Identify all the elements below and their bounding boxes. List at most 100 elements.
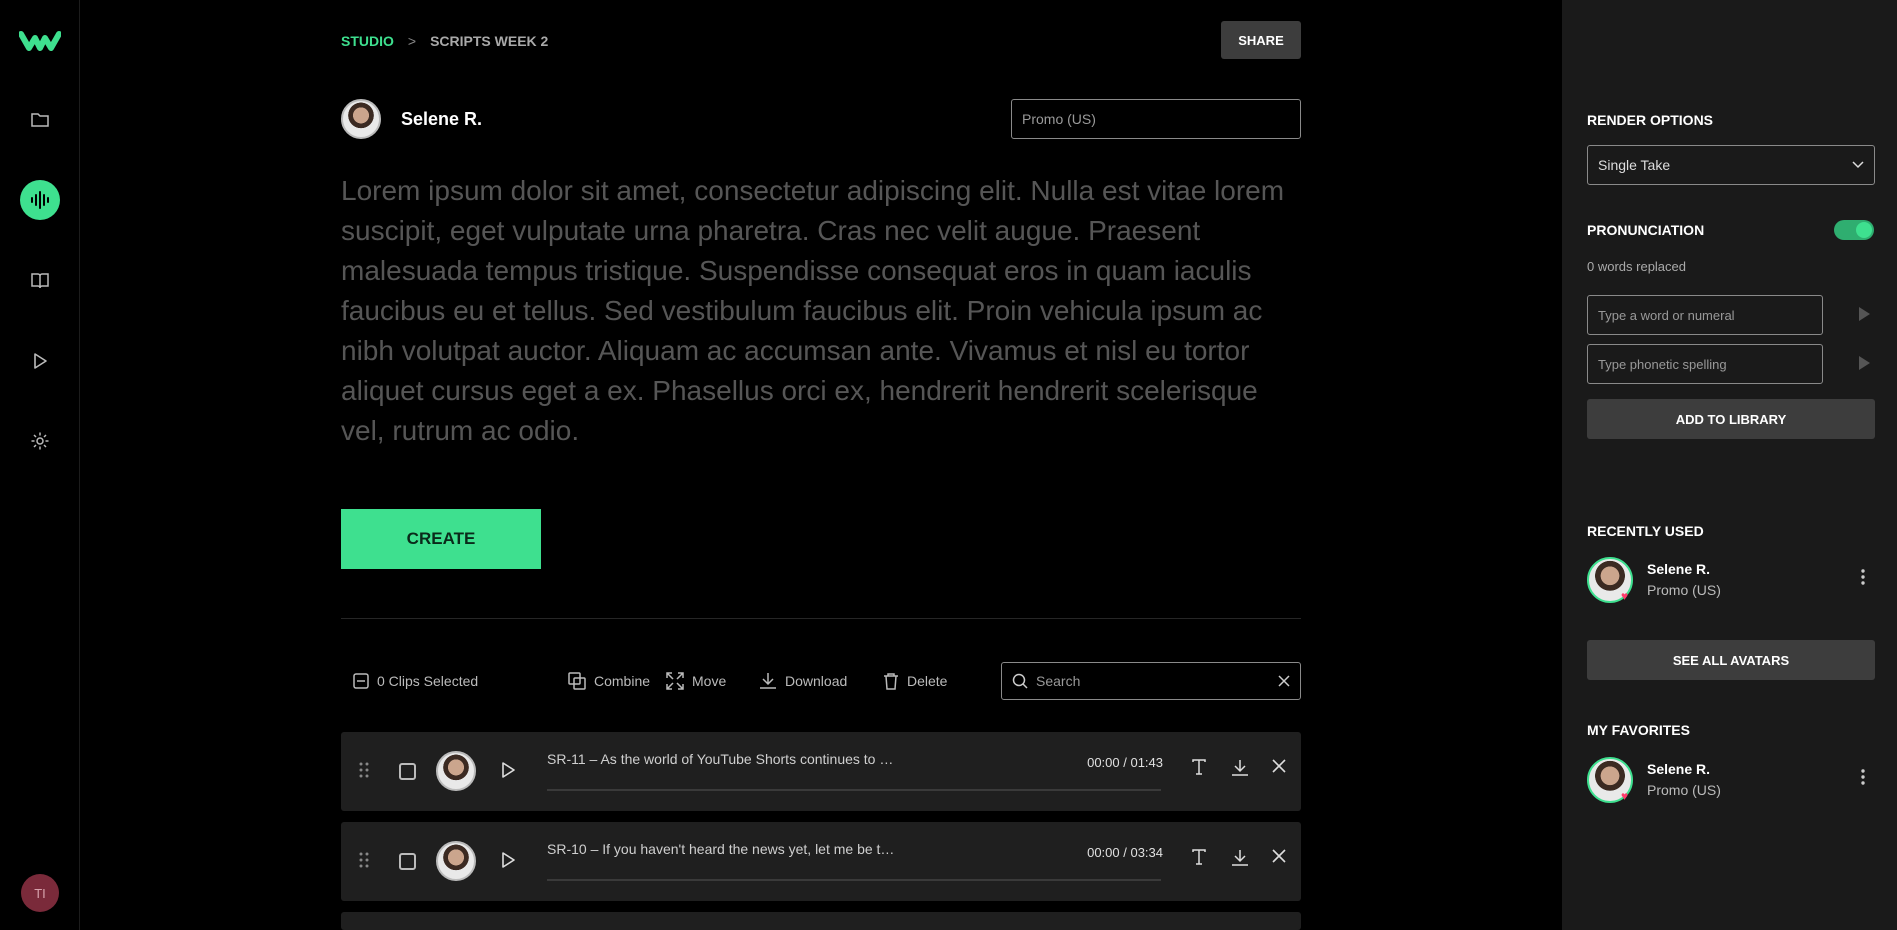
download-icon [759,672,777,690]
clip-id: SR-11 [547,751,586,767]
brand-logo-icon[interactable] [19,30,61,52]
combine-icon [568,672,586,690]
voice-selector[interactable]: Selene R. [341,99,482,139]
voice-name: Selene R. [401,109,482,130]
add-to-library-button[interactable]: ADD TO LIBRARY [1587,399,1875,439]
share-button[interactable]: SHARE [1221,21,1301,59]
gear-icon [30,431,50,451]
move-button[interactable]: Move [666,660,726,702]
more-options-icon[interactable] [1861,769,1865,785]
play-icon[interactable] [500,851,516,869]
recent-avatar-item[interactable]: ♥ Selene R. Promo (US) [1587,555,1875,605]
left-nav-rail: TI [0,0,80,930]
play-word-icon[interactable] [1857,306,1871,322]
favorite-avatar-name: Selene R. [1647,761,1710,777]
clip-id: SR-10 [547,841,587,857]
download-icon[interactable] [1231,759,1249,777]
nav-settings[interactable] [20,421,60,461]
book-icon [30,272,50,290]
checkbox-indeterminate-icon [353,673,369,689]
nav-studio[interactable] [20,180,60,220]
clear-search-icon[interactable] [1278,675,1290,687]
favorite-avatar-style: Promo (US) [1647,782,1721,798]
clip-search-box[interactable]: Search [1001,662,1301,700]
heart-icon: ♥ [1621,789,1628,803]
clip-progress-bar[interactable] [547,789,1161,791]
render-mode-value: Single Take [1598,157,1670,173]
clips-selected-count: 0 Clips Selected [377,673,478,689]
delete-button[interactable]: Delete [883,660,947,702]
chevron-down-icon [1852,161,1864,169]
user-avatar[interactable]: TI [21,874,59,912]
voice-style-field[interactable] [1011,99,1301,139]
nav-player[interactable] [20,341,60,381]
clip-time: 00:00 / 03:34 [1083,845,1163,860]
words-replaced-count: 0 words replaced [1587,259,1686,274]
pronunciation-toggle[interactable] [1834,220,1874,240]
play-icon[interactable] [500,761,516,779]
recently-used-title: RECENTLY USED [1587,523,1704,539]
clip-row[interactable]: SR-10 – If you haven't heard the news ye… [341,822,1301,901]
right-options-panel: RENDER OPTIONS Single Take PRONUNCIATION… [1562,0,1897,930]
combine-label: Combine [594,673,650,689]
breadcrumb: STUDIO > SCRIPTS WEEK 2 [341,33,548,49]
clip-avatar [436,841,476,881]
clip-row[interactable]: SR-11 – As the world of YouTube Shorts c… [341,732,1301,811]
breadcrumb-current: SCRIPTS WEEK 2 [430,33,548,49]
move-label: Move [692,673,726,689]
clip-dash: – [590,751,598,767]
clip-row[interactable] [341,912,1301,930]
heart-icon: ♥ [1621,589,1628,603]
more-options-icon[interactable] [1861,569,1865,585]
recent-avatar-style: Promo (US) [1647,582,1721,598]
phonetic-input[interactable]: Type phonetic spelling [1587,344,1823,384]
clip-title: SR-11 – As the world of YouTube Shorts c… [547,751,893,767]
clip-time: 00:00 / 01:43 [1083,755,1163,770]
section-divider [341,618,1301,619]
favorite-avatar-item[interactable]: ♥ Selene R. Promo (US) [1587,755,1875,805]
clip-title: SR-10 – If you haven't heard the news ye… [547,841,894,857]
clip-checkbox[interactable] [399,853,416,870]
script-text-editor[interactable]: Lorem ipsum dolor sit amet, consectetur … [341,171,1306,451]
clip-progress-bar[interactable] [547,879,1161,881]
favorites-title: MY FAVORITES [1587,722,1690,738]
clip-checkbox[interactable] [399,763,416,780]
render-mode-select[interactable]: Single Take [1587,145,1875,185]
transcript-icon[interactable] [1191,759,1207,775]
create-button[interactable]: CREATE [341,509,541,569]
trash-icon [883,672,899,690]
drag-handle-icon[interactable] [359,852,369,868]
nav-library[interactable] [20,261,60,301]
select-all-clips[interactable]: 0 Clips Selected [353,660,478,702]
close-icon[interactable] [1272,849,1286,863]
breadcrumb-studio-link[interactable]: STUDIO [341,33,394,49]
voice-avatar [341,99,381,139]
combine-button[interactable]: Combine [568,660,650,702]
drag-handle-icon[interactable] [359,762,369,778]
move-icon [666,672,684,690]
search-input[interactable]: Search [1036,673,1270,689]
transcript-icon[interactable] [1191,849,1207,865]
word-input[interactable]: Type a word or numeral [1587,295,1823,335]
play-phonetic-icon[interactable] [1857,355,1871,371]
clip-avatar [436,751,476,791]
render-options-title: RENDER OPTIONS [1587,112,1713,128]
close-icon[interactable] [1272,759,1286,773]
download-label: Download [785,673,847,689]
play-icon [32,352,48,370]
waveform-icon [29,191,51,209]
clip-dash: – [591,841,599,857]
clip-text: If you haven't heard the news yet, let m… [602,841,894,857]
pronunciation-title: PRONUNCIATION [1587,222,1704,238]
breadcrumb-separator: > [408,33,416,49]
recent-avatar-name: Selene R. [1647,561,1710,577]
delete-label: Delete [907,673,947,689]
download-button[interactable]: Download [759,660,847,702]
folder-icon [30,111,50,129]
studio-main: STUDIO > SCRIPTS WEEK 2 SHARE Selene R. … [80,0,1562,930]
download-icon[interactable] [1231,849,1249,867]
nav-folder[interactable] [20,100,60,140]
see-all-avatars-button[interactable]: SEE ALL AVATARS [1587,640,1875,680]
clip-text: As the world of YouTube Shorts continues… [600,751,893,767]
search-icon [1012,673,1028,689]
